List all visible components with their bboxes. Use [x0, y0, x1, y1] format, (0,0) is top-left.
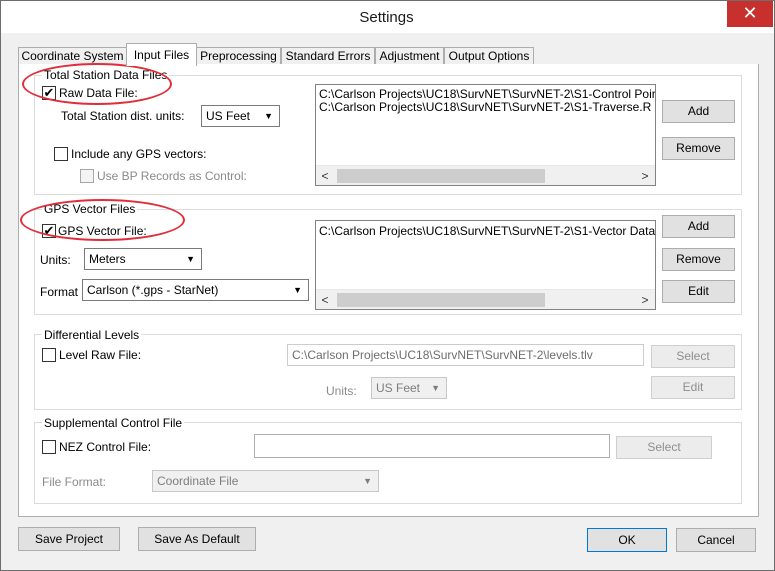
- list-item[interactable]: C:\Carlson Projects\UC18\SurvNET\SurvNET…: [316, 101, 655, 114]
- use-bp-checkbox[interactable]: [80, 169, 94, 183]
- raw-data-add-button[interactable]: Add: [662, 100, 735, 123]
- level-select-button[interactable]: Select: [651, 345, 735, 368]
- chevron-down-icon: ▼: [363, 476, 372, 486]
- gps-units-label: Units:: [40, 253, 71, 267]
- gps-format-value: Carlson (*.gps - StarNet): [87, 283, 219, 297]
- close-button[interactable]: ✕: [727, 1, 773, 27]
- gps-edit-button[interactable]: Edit: [662, 280, 735, 303]
- file-format-value: Coordinate File: [157, 474, 239, 488]
- save-project-button[interactable]: Save Project: [18, 527, 120, 551]
- tab-input-files[interactable]: Input Files: [126, 43, 197, 66]
- tab-standard-errors[interactable]: Standard Errors: [281, 47, 375, 65]
- gps-remove-button[interactable]: Remove: [662, 248, 735, 271]
- nez-select-button[interactable]: Select: [616, 436, 712, 459]
- use-bp-label: Use BP Records as Control:: [97, 169, 247, 183]
- nez-control-path-field[interactable]: [254, 434, 610, 458]
- raw-data-label: Raw Data File:: [59, 86, 138, 100]
- horizontal-scrollbar[interactable]: < >: [316, 289, 655, 309]
- gps-format-select[interactable]: Carlson (*.gps - StarNet) ▼: [82, 279, 309, 301]
- include-gps-checkbox[interactable]: [54, 147, 68, 161]
- tab-adjustment[interactable]: Adjustment: [375, 47, 444, 65]
- scroll-left-icon[interactable]: <: [318, 169, 332, 183]
- chevron-down-icon: ▼: [293, 285, 302, 295]
- total-station-group-title: Total Station Data Files: [42, 68, 170, 82]
- scroll-thumb[interactable]: [337, 169, 545, 183]
- cancel-button[interactable]: Cancel: [676, 528, 756, 552]
- level-units-select[interactable]: US Feet ▼: [371, 377, 447, 399]
- checkmark-icon: ✔: [43, 223, 55, 238]
- raw-data-file-list[interactable]: C:\Carlson Projects\UC18\SurvNET\SurvNET…: [315, 84, 656, 186]
- gps-units-value: Meters: [89, 252, 126, 266]
- gps-vector-file-list[interactable]: C:\Carlson Projects\UC18\SurvNET\SurvNET…: [315, 220, 656, 310]
- level-edit-button[interactable]: Edit: [651, 376, 735, 399]
- ok-button[interactable]: OK: [587, 528, 667, 552]
- scroll-right-icon[interactable]: >: [638, 293, 652, 307]
- scroll-thumb[interactable]: [337, 293, 545, 307]
- save-as-default-button[interactable]: Save As Default: [138, 527, 256, 551]
- horizontal-scrollbar[interactable]: < >: [316, 165, 655, 185]
- level-units-label: Units:: [326, 384, 357, 398]
- level-units-value: US Feet: [376, 381, 421, 395]
- scroll-right-icon[interactable]: >: [638, 169, 652, 183]
- gps-units-select[interactable]: Meters ▼: [84, 248, 202, 270]
- raw-data-checkbox[interactable]: ✔: [42, 86, 56, 100]
- dist-units-select[interactable]: US Feet ▼: [201, 105, 280, 127]
- tab-output-options[interactable]: Output Options: [444, 47, 534, 65]
- gps-vector-label: GPS Vector File:: [58, 224, 147, 238]
- dist-units-label: Total Station dist. units:: [61, 109, 185, 123]
- supplemental-control-group-title: Supplemental Control File: [42, 416, 185, 430]
- gps-add-button[interactable]: Add: [662, 215, 735, 238]
- level-raw-label: Level Raw File:: [59, 348, 142, 362]
- close-icon: ✕: [742, 3, 758, 23]
- checkmark-icon: ✔: [43, 85, 55, 100]
- differential-levels-group-title: Differential Levels: [42, 328, 142, 342]
- gps-format-label: Format: [40, 285, 79, 299]
- file-format-select[interactable]: Coordinate File ▼: [152, 470, 379, 492]
- file-format-label: File Format:: [42, 475, 107, 489]
- nez-control-label: NEZ Control File:: [59, 440, 152, 454]
- gps-vector-group-title: GPS Vector Files: [42, 202, 138, 216]
- chevron-down-icon: ▼: [186, 254, 195, 264]
- tab-preprocessing[interactable]: Preprocessing: [196, 47, 281, 65]
- window-title: Settings: [359, 9, 414, 26]
- tab-coordinate-system[interactable]: Coordinate System: [18, 47, 127, 65]
- include-gps-label: Include any GPS vectors:: [71, 147, 207, 161]
- list-item[interactable]: C:\Carlson Projects\UC18\SurvNET\SurvNET…: [316, 225, 655, 238]
- scroll-left-icon[interactable]: <: [318, 293, 332, 307]
- raw-data-remove-button[interactable]: Remove: [662, 137, 735, 160]
- nez-control-checkbox[interactable]: [42, 440, 56, 454]
- gps-vector-checkbox[interactable]: ✔: [42, 224, 56, 238]
- chevron-down-icon: ▼: [431, 383, 440, 393]
- level-raw-checkbox[interactable]: [42, 348, 56, 362]
- chevron-down-icon: ▼: [264, 111, 273, 121]
- dist-units-value: US Feet: [206, 109, 251, 123]
- level-raw-path-field[interactable]: C:\Carlson Projects\UC18\SurvNET\SurvNET…: [287, 344, 644, 366]
